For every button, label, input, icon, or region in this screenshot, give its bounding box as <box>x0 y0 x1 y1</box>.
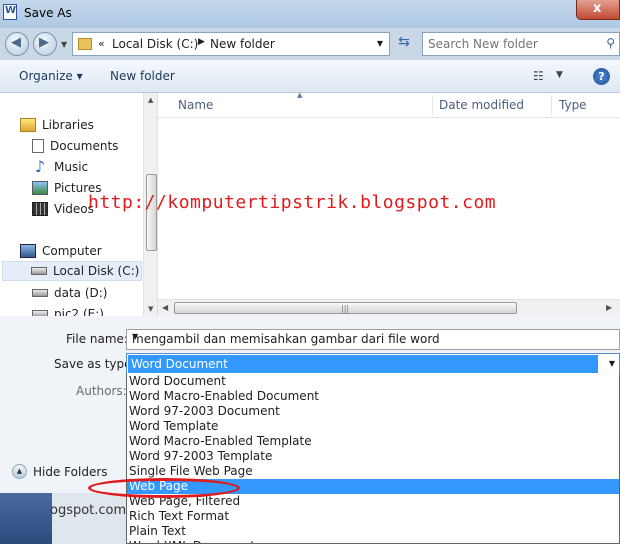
savetype-select[interactable]: Word Document ▼ <box>126 353 620 375</box>
drive-icon <box>31 267 47 275</box>
library-icon <box>20 118 36 132</box>
address-row: ◀ ▶ ▼ « Local Disk (C:) ▶ New folder ▼ ⇆… <box>0 28 620 60</box>
window-title: Save As <box>24 6 72 20</box>
organize-button[interactable]: Organize ▾ <box>19 69 83 83</box>
chevron-down-icon[interactable]: ▼ <box>132 332 615 341</box>
scroll-right-icon[interactable]: ▶ <box>606 303 612 312</box>
sort-ascending-icon: ▲ <box>297 91 303 99</box>
column-name[interactable]: Name <box>178 98 213 112</box>
column-divider[interactable] <box>551 95 552 115</box>
background-text: ogspot.com <box>50 503 127 518</box>
horizontal-scrollbar[interactable]: ◀ ||| ▶ <box>158 299 620 316</box>
scroll-left-icon[interactable]: ◀ <box>162 303 168 312</box>
dropdown-option[interactable]: Word 97-2003 Template <box>127 449 619 464</box>
authors-label: Authors: <box>76 384 127 398</box>
column-date-modified[interactable]: Date modified <box>439 98 524 112</box>
dropdown-option[interactable]: Word Macro-Enabled Template <box>127 434 619 449</box>
videos-icon <box>32 202 48 216</box>
address-bar[interactable]: « Local Disk (C:) ▶ New folder ▼ <box>72 32 390 56</box>
dropdown-option[interactable]: Word Macro-Enabled Document <box>127 389 619 404</box>
documents-icon <box>32 139 44 153</box>
breadcrumb-local-disk[interactable]: Local Disk (C:) <box>112 37 198 51</box>
dropdown-option[interactable]: Rich Text Format <box>127 509 619 524</box>
dropdown-option[interactable]: Word Template <box>127 419 619 434</box>
breadcrumb-root-separator[interactable]: « <box>98 37 105 50</box>
search-icon[interactable]: ⚲ <box>606 36 615 50</box>
nav-item-local-disk[interactable]: Local Disk (C:) <box>2 261 142 281</box>
nav-item-documents[interactable]: Documents <box>32 136 118 156</box>
filename-label: File name: <box>66 332 128 346</box>
savetype-value: Word Document <box>128 355 598 373</box>
chevron-down-icon[interactable]: ▼ <box>609 359 615 368</box>
back-arrow-icon: ◀ <box>11 35 21 50</box>
refresh-icon[interactable]: ⇆ <box>392 34 416 54</box>
nav-item-data-drive[interactable]: data (D:) <box>32 283 108 303</box>
pictures-icon <box>32 181 48 195</box>
close-button[interactable]: x <box>576 0 620 20</box>
nav-item-libraries[interactable]: Libraries <box>20 115 94 135</box>
search-input[interactable] <box>428 36 598 52</box>
chevron-up-icon: ▲ <box>12 464 27 479</box>
nav-item-pic2-drive[interactable]: pic2 (E:) <box>32 304 104 316</box>
hide-folders-label: Hide Folders <box>33 464 108 479</box>
dropdown-option[interactable]: Word XML Document <box>127 539 619 543</box>
forward-button[interactable]: ▶ <box>33 32 57 56</box>
dropdown-option[interactable]: Word 97-2003 Document <box>127 404 619 419</box>
close-icon: x <box>593 1 602 16</box>
views-icon[interactable]: ☷ <box>533 69 544 83</box>
back-button[interactable]: ◀ <box>5 32 29 56</box>
savetype-label: Save as type: <box>54 357 136 371</box>
nav-item-computer[interactable]: Computer <box>20 241 102 261</box>
folder-icon <box>78 38 92 50</box>
chevron-down-icon[interactable]: ▼ <box>377 39 383 48</box>
nav-item-videos[interactable]: Videos <box>32 199 94 219</box>
horizontal-scroll-thumb[interactable]: ||| <box>174 302 517 314</box>
grip-icon: ||| <box>341 304 350 313</box>
watermark-text: http://komputertipstrik.blogspot.com <box>88 192 497 213</box>
hide-folders-button[interactable]: ▲ Hide Folders <box>12 464 108 479</box>
dropdown-option[interactable]: Plain Text <box>127 524 619 539</box>
word-icon: W <box>3 4 17 20</box>
column-type[interactable]: Type <box>559 98 587 112</box>
scroll-down-icon[interactable]: ▼ <box>148 305 153 313</box>
column-header: ▲ Name Date modified Type <box>158 91 620 118</box>
breadcrumb-new-folder[interactable]: New folder <box>210 37 275 51</box>
scroll-up-icon[interactable]: ▲ <box>148 96 153 104</box>
toolbar: Organize ▾ New folder ☷ ▼ ? <box>0 60 620 93</box>
recent-pages-dropdown[interactable]: ▼ <box>61 40 67 49</box>
help-icon[interactable]: ? <box>593 68 610 85</box>
search-box[interactable]: ⚲ <box>422 32 620 56</box>
savetype-dropdown-list: Word Document Word Macro-Enabled Document… <box>126 374 620 544</box>
forward-arrow-icon: ▶ <box>39 35 49 50</box>
computer-icon <box>20 244 36 258</box>
filename-input[interactable]: mengambil dan memisahkan gambar dari fil… <box>126 329 620 350</box>
column-divider[interactable] <box>432 95 433 115</box>
dropdown-option[interactable]: Word Document <box>127 374 619 389</box>
drive-icon <box>32 289 48 297</box>
views-dropdown-icon[interactable]: ▼ <box>556 70 563 80</box>
title-bar: W Save As x <box>0 0 620 28</box>
background-taskbar <box>0 493 52 544</box>
background-window: ogspot.com <box>0 493 126 544</box>
breadcrumb-separator[interactable]: ▶ <box>198 37 205 47</box>
highlight-ellipse <box>88 478 240 498</box>
music-icon: ♪ <box>34 157 46 176</box>
new-folder-button[interactable]: New folder <box>110 69 175 83</box>
dropdown-option[interactable]: Single File Web Page <box>127 464 619 479</box>
nav-item-music[interactable]: ♪ Music <box>32 157 88 177</box>
